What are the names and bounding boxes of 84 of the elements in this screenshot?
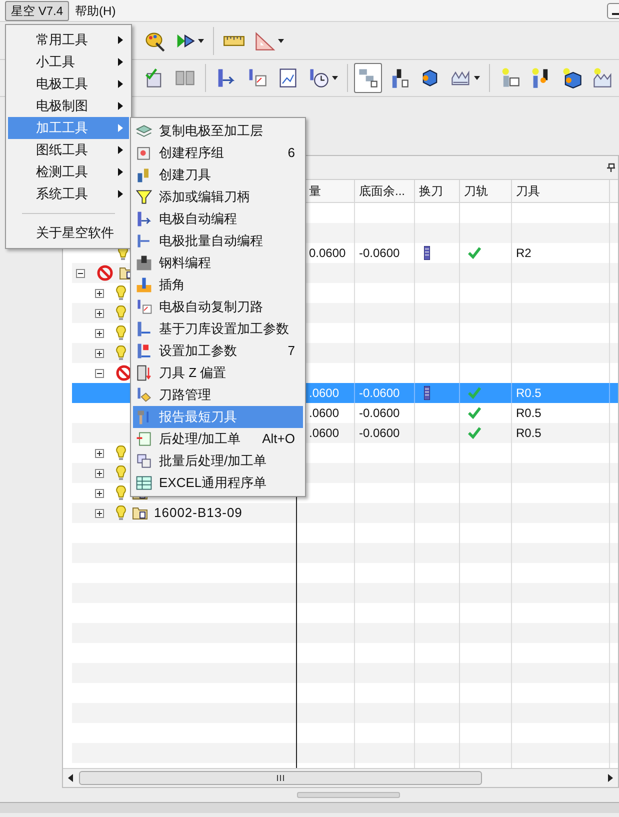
menu-item[interactable]: 电极制图: [8, 95, 129, 117]
menu-item[interactable]: 复制电极至加工层: [133, 120, 303, 142]
funnel-icon: [135, 188, 153, 206]
menu-item[interactable]: 设置加工参数 7: [133, 340, 303, 362]
tree-label: 16002-B13-09: [154, 504, 242, 522]
submenu-arrow-icon: [118, 80, 123, 88]
menu-item[interactable]: 批量后处理/加工单: [133, 450, 303, 472]
dropdown-caret-icon[interactable]: [474, 76, 480, 80]
table-cell-text: .0600: [309, 385, 340, 402]
dropdown-caret-icon[interactable]: [198, 38, 204, 42]
corner-icon: [135, 276, 153, 294]
menu-item[interactable]: 创建程序组 6: [133, 142, 303, 164]
expand-icon[interactable]: [95, 448, 104, 458]
table-cell-text: .0600: [309, 405, 340, 422]
menu-item[interactable]: EXCEL通用程序单: [133, 472, 303, 494]
submenu-arrow-icon: [118, 58, 123, 66]
table-cell-text: R0.5: [516, 425, 542, 442]
splitter-handle[interactable]: [297, 792, 400, 798]
copy-path-icon: [135, 298, 153, 316]
post-process-icon: [135, 430, 153, 448]
spreadsheet-icon: [135, 474, 153, 492]
expand-icon[interactable]: [95, 288, 104, 298]
dropdown-caret-icon[interactable]: [278, 38, 284, 42]
menu-item[interactable]: 帮助(H): [71, 0, 120, 20]
folder-gear-icon: [135, 144, 153, 162]
table-cell-text: -0.0600: [359, 425, 400, 442]
menu-item[interactable]: 小工具: [8, 51, 129, 73]
table-cell-text: 0.0600: [309, 245, 346, 262]
batch-post-process-icon: [135, 452, 153, 470]
menu-item[interactable]: 图纸工具: [8, 139, 129, 161]
dropdown-caret-icon[interactable]: [332, 76, 338, 80]
menu-item[interactable]: 电极自动编程: [133, 208, 303, 230]
z-offset-icon: [135, 364, 153, 382]
expand-icon[interactable]: [95, 348, 104, 358]
expand-icon[interactable]: [95, 508, 104, 518]
expand-icon[interactable]: [95, 308, 104, 318]
menu-item[interactable]: 关于星空软件: [8, 222, 129, 244]
menu-item[interactable]: 电极自动复制刀路: [133, 296, 303, 318]
table-cell-text: .0600: [309, 425, 340, 442]
scroll-right-icon[interactable]: [606, 773, 614, 783]
parameters-icon: [135, 342, 153, 360]
minimize-button[interactable]: [607, 3, 619, 19]
menu-item[interactable]: 刀具 Z 偏置: [133, 362, 303, 384]
menu-item[interactable]: 系统工具: [8, 183, 129, 205]
menu-item[interactable]: 电极工具: [8, 73, 129, 95]
column-header[interactable]: 底面余...: [355, 180, 415, 202]
submenu-arrow-icon: [118, 190, 123, 198]
chart-document-icon: [277, 67, 299, 89]
menu-item[interactable]: 刀路管理: [133, 384, 303, 406]
layers-icon: [135, 122, 153, 140]
collapse-icon[interactable]: [95, 368, 104, 378]
table-cell-text: R0.5: [516, 405, 542, 422]
steel-block-icon: [135, 254, 153, 272]
submenu-arrow-icon: [118, 146, 123, 154]
path-manager-icon: [135, 386, 153, 404]
table-row[interactable]: 16002-B13-09: [72, 503, 618, 523]
pin-icon[interactable]: [606, 162, 616, 172]
crown-with-star-icon: [592, 67, 614, 89]
submenu-arrow-icon: [118, 36, 123, 44]
table-cell-text: -0.0600: [359, 245, 400, 262]
scroll-left-icon[interactable]: [67, 773, 75, 783]
table-cell-text: R0.5: [516, 385, 542, 402]
clock-icon: [308, 67, 330, 89]
table-cell-text: -0.0600: [359, 405, 400, 422]
expand-icon[interactable]: [95, 468, 104, 478]
menu-item[interactable]: 星空 V7.4: [5, 0, 70, 20]
menu-item[interactable]: 常用工具: [8, 29, 129, 51]
table-cell-text: R2: [516, 245, 532, 262]
collapse-icon[interactable]: [76, 268, 85, 278]
scrollbar-thumb[interactable]: [79, 771, 482, 785]
submenu-arrow-icon: [118, 102, 123, 110]
expand-icon[interactable]: [95, 328, 104, 338]
column-header[interactable]: 刀具: [512, 180, 610, 202]
menu-item[interactable]: 基于刀库设置加工参数: [133, 318, 303, 340]
tree-nodes-icon: [357, 67, 379, 89]
table-cell-text: -0.0600: [359, 385, 400, 402]
menu-item[interactable]: 插角: [133, 274, 303, 296]
submenu-arrow-icon: [118, 168, 123, 176]
column-header[interactable]: 换刀: [415, 180, 460, 202]
cube-with-star-icon: [561, 67, 583, 89]
column-header[interactable]: 刀轨: [460, 180, 512, 202]
menu-item[interactable]: 检测工具: [8, 161, 129, 183]
submenu-arrow-icon: [118, 124, 123, 132]
expand-icon[interactable]: [95, 488, 104, 498]
